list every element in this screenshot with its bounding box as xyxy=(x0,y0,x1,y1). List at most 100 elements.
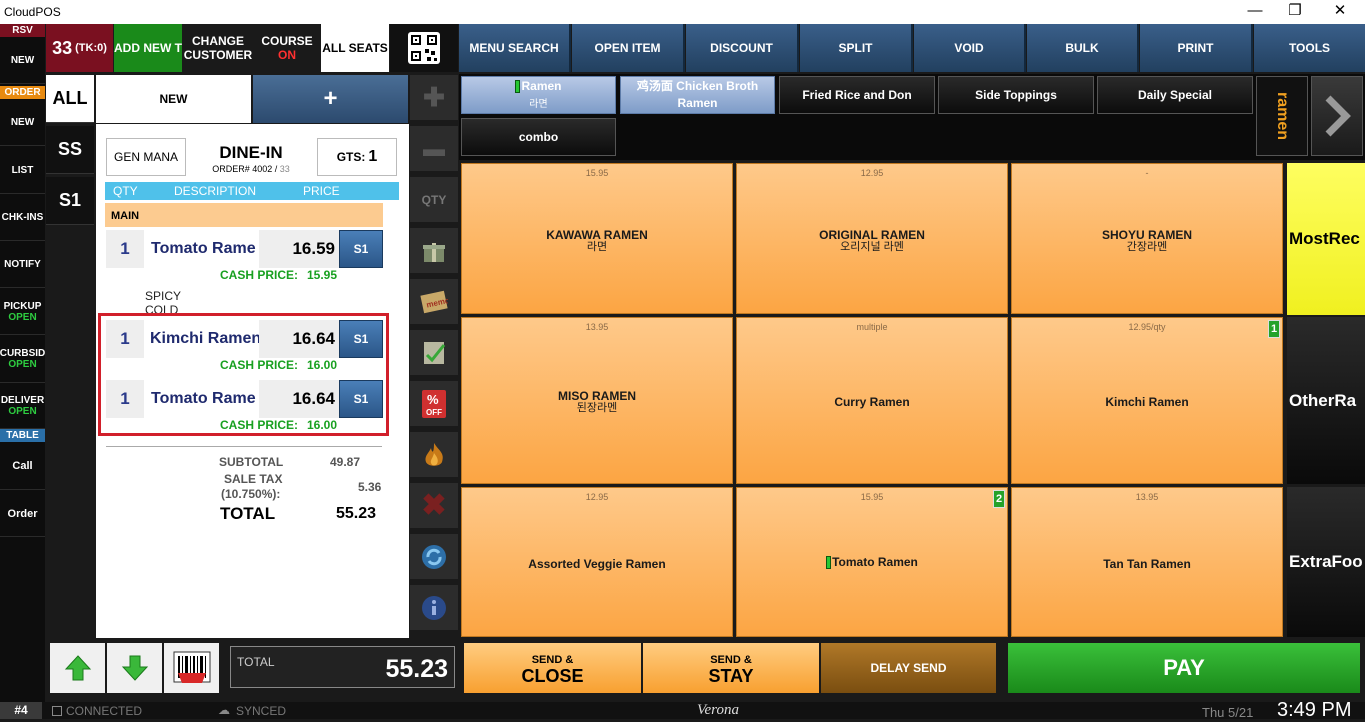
decrease-qty-button[interactable]: ▬ xyxy=(410,126,458,174)
svg-text:OFF: OFF xyxy=(426,408,442,417)
restore-icon[interactable]: ❐ xyxy=(1275,2,1315,22)
menu-item[interactable]: - SHOYU RAMEN 간장라멘 xyxy=(1011,163,1283,314)
notify-button[interactable]: NOTIFY xyxy=(0,242,45,288)
rsv-new-label: NEW xyxy=(10,55,35,66)
percent-off-icon: %OFF xyxy=(422,389,446,418)
print-button[interactable]: PRINT xyxy=(1140,24,1253,72)
category-group-ramen[interactable]: ramen xyxy=(1256,76,1308,156)
refresh-button[interactable] xyxy=(410,534,458,582)
line-seat-button[interactable]: S1 xyxy=(339,230,383,268)
server-name[interactable]: GEN MANA xyxy=(106,138,186,176)
item-name: SHOYU RAMEN 간장라멘 xyxy=(1101,228,1192,253)
bulk-button[interactable]: BULK xyxy=(1027,24,1139,72)
seat-all[interactable]: ALL xyxy=(46,75,94,123)
send-stay-button[interactable]: SEND & STAY xyxy=(643,643,819,693)
add-new-table-button[interactable]: ADD NEW T xyxy=(114,24,182,72)
percent-off-button[interactable]: % OFF xyxy=(410,381,458,429)
group-other-ramen[interactable]: OtherRa xyxy=(1287,317,1365,484)
line-seat-button[interactable]: S1 xyxy=(339,320,383,358)
line-description[interactable]: Kimchi Ramen xyxy=(149,320,262,358)
delete-button[interactable]: ✖ xyxy=(410,483,458,531)
order-tab-new[interactable]: NEW xyxy=(96,75,251,123)
checklist-button[interactable] xyxy=(410,330,458,378)
move-up-button[interactable] xyxy=(50,643,105,693)
menu-item[interactable]: 13.95 Tan Tan Ramen xyxy=(1011,487,1283,637)
category-chicken-broth-ramen[interactable]: 鸡汤面 Chicken Broth Ramen xyxy=(620,76,775,114)
category-next-button[interactable] xyxy=(1311,76,1363,156)
line-seat-button[interactable]: S1 xyxy=(339,380,383,418)
add-order-tab-button[interactable]: + xyxy=(253,75,408,123)
change-customer-button[interactable]: CHANGE CUSTOMER xyxy=(183,24,253,72)
category-fried-rice-don[interactable]: Fried Rice and Don xyxy=(779,76,935,114)
menu-item[interactable]: multiple Curry Ramen xyxy=(736,317,1008,484)
table-order-button[interactable]: Order xyxy=(0,491,45,537)
group-most-recent[interactable]: MostRec xyxy=(1287,163,1365,315)
qr-code-button[interactable] xyxy=(390,24,458,72)
close-icon[interactable]: ✕ xyxy=(1320,2,1360,22)
line-qty[interactable]: 1 xyxy=(106,230,144,268)
location-name: Verona xyxy=(697,702,739,718)
category-ramen[interactable]: Ramen 라면 xyxy=(461,76,616,114)
line-qty[interactable]: 1 xyxy=(106,380,144,418)
order-list-button[interactable]: LIST xyxy=(0,147,45,194)
split-button[interactable]: SPLIT xyxy=(800,24,913,72)
line-price[interactable]: 16.64 xyxy=(259,380,339,418)
increase-qty-button[interactable]: ✚ xyxy=(410,75,458,123)
course-label: COURSE xyxy=(261,34,313,48)
menu-item[interactable]: 12.95 Assorted Veggie Ramen xyxy=(461,487,733,637)
item-price: - xyxy=(1145,168,1149,178)
guests-button[interactable]: GTS: 1 xyxy=(317,138,397,176)
date-display: Thu 5/21 xyxy=(1202,705,1254,720)
total-value: 55.23 xyxy=(336,505,377,522)
discount-button[interactable]: DISCOUNT xyxy=(686,24,799,72)
category-side-toppings[interactable]: Side Toppings xyxy=(938,76,1094,114)
title-bar: CloudPOS — ❐ ✕ xyxy=(0,0,1365,24)
call-button[interactable]: Call xyxy=(0,443,45,490)
void-button[interactable]: VOID xyxy=(914,24,1026,72)
send-close-button[interactable]: SEND & CLOSE xyxy=(464,643,641,693)
pay-button[interactable]: PAY xyxy=(1008,643,1360,693)
all-seats-button[interactable]: ALL SEATS xyxy=(321,24,389,72)
order-new-button[interactable]: NEW xyxy=(0,100,45,146)
menu-item[interactable]: 13.95 MISO RAMEN 된장라멘 xyxy=(461,317,733,484)
fire-button[interactable] xyxy=(410,432,458,480)
gift-button[interactable] xyxy=(410,228,458,276)
menu-item[interactable]: 15.95 KAWAWA RAMEN 라면 xyxy=(461,163,733,314)
category-daily-special[interactable]: Daily Special xyxy=(1097,76,1253,114)
menu-item[interactable]: 12.95 ORIGINAL RAMEN 오리지널 라멘 xyxy=(736,163,1008,314)
menu-item[interactable]: 15.95 Tomato Ramen 2 xyxy=(736,487,1008,637)
cash-price-value: 15.95 xyxy=(307,268,338,282)
open-item-button[interactable]: OPEN ITEM xyxy=(572,24,685,72)
line-qty[interactable]: 1 xyxy=(106,320,144,358)
move-down-button[interactable] xyxy=(107,643,162,693)
info-button[interactable] xyxy=(410,585,458,633)
line-price[interactable]: 16.59 xyxy=(259,230,339,268)
barcode-scan-button[interactable] xyxy=(164,643,219,693)
course-button[interactable]: COURSE ON xyxy=(254,24,320,72)
seat-ss[interactable]: SS xyxy=(46,126,94,174)
memo-button[interactable]: memo xyxy=(410,279,458,327)
bottom-total-value: 55.23 xyxy=(385,655,448,683)
bottom-total-display: TOTAL 55.23 xyxy=(230,646,455,688)
line-description[interactable]: Tomato Rame xyxy=(149,380,259,418)
delay-send-button[interactable]: DELAY SEND xyxy=(821,643,996,693)
seat-s1[interactable]: S1 xyxy=(46,177,94,225)
menu-search-button[interactable]: MENU SEARCH xyxy=(459,24,571,72)
item-count-badge: 2 xyxy=(993,490,1005,508)
checkins-button[interactable]: CHK-INS xyxy=(0,195,45,241)
category-combo[interactable]: combo xyxy=(461,118,616,156)
menu-item[interactable]: 12.95/qty Kimchi Ramen 1 xyxy=(1011,317,1283,484)
curbside-button[interactable]: CURBSID OPEN xyxy=(0,336,45,383)
minimize-icon[interactable]: — xyxy=(1235,2,1275,22)
table-number-button[interactable]: 33 (TK:0) xyxy=(46,24,113,72)
line-price[interactable]: 16.64 xyxy=(259,320,339,358)
tools-button[interactable]: TOOLS xyxy=(1254,24,1365,72)
course-status: ON xyxy=(278,48,296,62)
delivery-button[interactable]: DELIVER OPEN xyxy=(0,384,45,429)
line-description[interactable]: Tomato Rame xyxy=(149,230,259,268)
subtotal-label: SUBTOTAL xyxy=(219,455,284,469)
rsv-new-button[interactable]: NEW xyxy=(0,38,45,84)
qty-button[interactable]: QTY xyxy=(410,177,458,225)
pickup-button[interactable]: PICKUP OPEN xyxy=(0,289,45,335)
group-extra-food[interactable]: ExtraFoo xyxy=(1287,487,1365,637)
